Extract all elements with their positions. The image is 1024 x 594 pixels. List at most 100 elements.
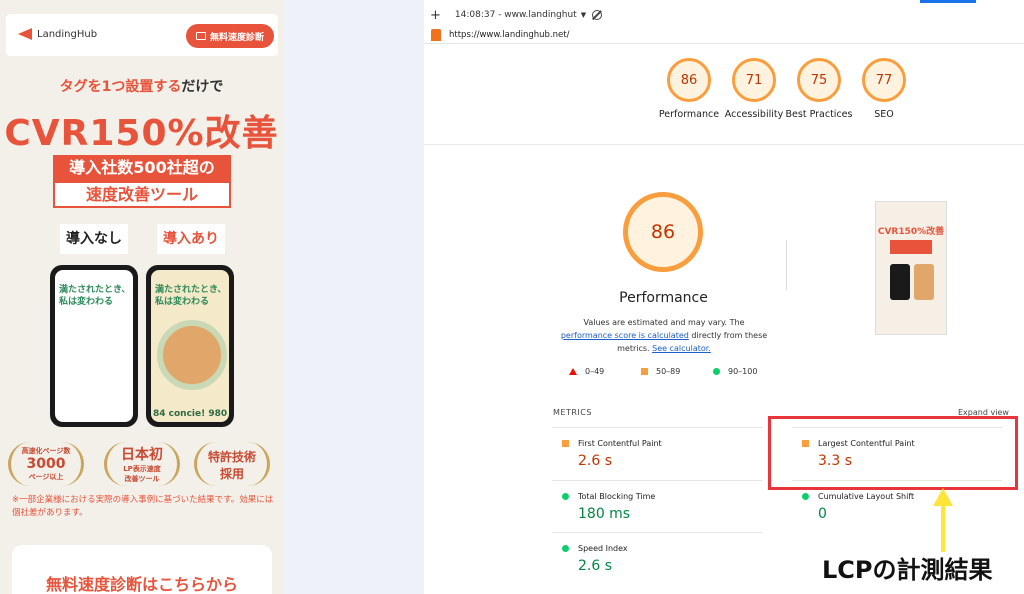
score-gauge: 71 [732,58,776,102]
tag-line-suffix: だけで [181,79,224,95]
metric-value: 2.6 s [578,453,613,469]
legend-fail: 0–49 [569,367,604,376]
legend-fail-label: 0–49 [585,367,605,376]
laurel-icon [8,442,84,486]
laurel-icon [194,442,270,486]
logo[interactable]: LandingHub [18,28,97,40]
performance-title: Performance [619,290,708,306]
arrow-shaft [941,500,945,552]
phone-before-text-line2: 私は変わわる [59,297,114,307]
metric-name: Speed Index [578,544,628,553]
circle-icon [713,368,720,375]
phone-before-text: 満たされたとき、 私は変わわる [59,284,130,308]
report-toolbar: + 14:08:37 - www.landinghut ▼ [424,4,1024,26]
after-label: 導入あり [157,224,225,254]
triangle-icon [569,368,577,375]
square-icon [562,440,569,447]
phone-after-text: 満たされたとき、 私は変わわる [155,284,226,308]
report-selector[interactable]: 14:08:37 - www.landinghut [455,10,577,20]
metric-name: Total Blocking Time [578,492,656,501]
metric-name: Cumulative Layout Shift [818,492,915,501]
lp-header: LandingHub 無料速度診断 [6,14,278,56]
legend-pass-label: 90–100 [728,367,758,376]
metrics-heading: METRICS [553,408,592,417]
clear-icon[interactable] [592,10,603,20]
tag-line: タグを1つ設置するだけで [0,76,283,96]
metric-tbt: Total Blocking Time 180 ms [552,480,762,532]
category-scores: 86 Performance 71 Accessibility 75 Best … [424,50,1024,145]
free-diagnosis-label: 無料速度診断 [209,32,264,43]
category-label: Performance [658,109,720,120]
category-seo[interactable]: 77 SEO [849,58,919,121]
metric-value: 180 ms [578,506,631,522]
phone-after: 満たされたとき、 私は変わわる 84 concie! 980 [146,265,234,427]
score-gauge: 77 [862,58,906,102]
legend-pass: 90–100 [713,367,757,376]
score-gauge: 75 [797,58,841,102]
metric-name: First Contentful Paint [578,439,662,448]
cvr-text: CVR150%改善 [4,113,279,154]
badge-patent: 特許技術 採用 [194,440,270,488]
logo-icon [18,28,32,40]
performance-description: Values are estimated and may vary. The p… [558,316,770,355]
desc-text-1: Values are estimated and may vary. The [583,318,745,327]
score-legend: 0–49 50–89 90–100 [569,367,769,379]
circle-icon [562,493,569,500]
category-performance[interactable]: 86 Performance [654,58,724,121]
metric-fcp: First Contentful Paint 2.6 s [552,427,762,479]
phone-before: 満たされたとき、 私は変わわる [50,265,138,427]
final-screenshot-thumbnail[interactable]: CVR150%改善 [875,201,947,335]
url-bar: https://www.landinghub.net/ [424,26,1024,44]
logo-text: LandingHub [37,28,98,40]
cta-text[interactable]: 無料速度診断はこちらから [12,571,272,594]
metric-value: 2.6 s [578,558,613,574]
landing-page-preview: LandingHub 無料速度診断 タグを1つ設置するだけで CVR150%改善… [0,0,283,594]
tab-indicator [920,0,976,3]
lcp-highlight-box [768,416,1018,490]
plus-icon[interactable]: + [430,8,441,23]
award-badges: 高速化ページ数 3000 ページ以上 日本初 LP表示速度 改善ツール 特許技術… [8,440,276,490]
category-label: Accessibility [724,109,784,120]
legend-average-label: 50–89 [656,367,681,376]
tag-line-prefix: タグを1つ設置する [59,79,182,95]
see-calculator-link[interactable]: See calculator. [652,344,711,353]
circle-icon [562,545,569,552]
category-best-practices[interactable]: 75 Best Practices [784,58,854,121]
metric-speed-index: Speed Index 2.6 s [552,532,762,584]
category-label: SEO [874,109,894,120]
annotation-caption: LCPの計測結果 [822,556,993,584]
phone-before-screen: 満たされたとき、 私は変わわる [55,270,133,422]
dropdown-caret-icon[interactable]: ▼ [581,11,586,19]
score-calculated-link[interactable]: performance score is calculated [561,331,689,340]
thumb-phone-after [914,264,934,300]
square-icon [641,368,648,375]
laurel-icon [104,442,180,486]
phone-after-footer: 84 concie! 980 [153,409,228,419]
legend-average: 50–89 [641,367,680,376]
lighthouse-icon [431,28,441,41]
category-label: Best Practices [785,109,853,120]
thumb-banner [890,240,932,254]
circle-icon [802,493,809,500]
companies-count-banner: 導入社数500社超の [53,155,231,181]
phone-after-text-line2: 私は変わわる [155,297,210,307]
free-diagnosis-button[interactable]: 無料速度診断 [186,24,274,48]
metric-value: 0 [818,506,827,522]
thumb-headline: CVR150%改善 [877,227,945,237]
disclaimer-note: ※一部企業様における実際の導入事例に基づいた結果です。効果には個社差があります。 [12,495,274,518]
thumb-phone-before [890,264,910,300]
performance-gauge: 86 [623,192,703,272]
before-label: 導入なし [60,224,128,254]
badge-pages: 高速化ページ数 3000 ページ以上 [8,440,84,488]
speed-tool-banner: 速度改善ツール [53,181,231,208]
report-url[interactable]: https://www.landinghub.net/ [449,30,569,40]
badge-japan-first: 日本初 LP表示速度 改善ツール [104,440,180,488]
phone-after-screen: 満たされたとき、 私は変わわる 84 concie! 980 [151,270,229,422]
cta-card[interactable]: 無料速度診断はこちらから [12,545,272,594]
phone-before-text-line1: 満たされたとき、 [59,285,131,295]
score-gauge: 86 [667,58,711,102]
divider [786,240,787,290]
monitor-icon [195,32,206,40]
category-accessibility[interactable]: 71 Accessibility [719,58,789,121]
product-image [157,320,227,390]
